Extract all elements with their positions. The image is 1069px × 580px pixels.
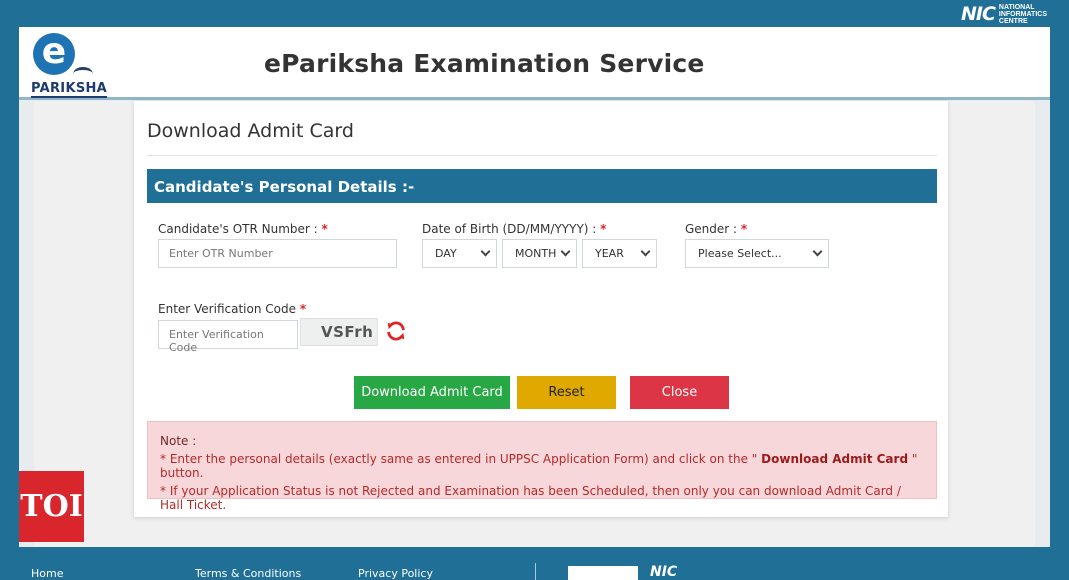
- footer-link-privacy[interactable]: Privacy Policy: [358, 567, 433, 580]
- required-mark: *: [600, 222, 607, 236]
- required-mark: *: [740, 222, 748, 236]
- site-title: eParikshа Examination Service: [264, 49, 705, 78]
- required-mark: *: [321, 222, 328, 236]
- note-line-1: * Enter the personal details (exactly sa…: [160, 452, 918, 480]
- reset-button[interactable]: Reset: [517, 376, 616, 409]
- footer-nic-logo: NIC: [650, 564, 678, 580]
- nic-mark: NIC: [960, 3, 996, 25]
- required-mark: *: [299, 302, 307, 316]
- otr-input[interactable]: Enter OTR Number: [158, 239, 397, 268]
- admit-card-panel: Download Admit Card Candidate's Personal…: [134, 101, 948, 517]
- logo-e-icon: e: [33, 33, 75, 75]
- chevron-down-icon: [560, 246, 571, 257]
- gender-label: Gender : *: [685, 222, 748, 236]
- footer-divider: [535, 563, 536, 580]
- nic-words: NATIONAL INFORMATICS CENTRE: [998, 3, 1047, 25]
- dob-year-select[interactable]: YEAR: [582, 239, 657, 268]
- dob-day-select[interactable]: DAY: [422, 239, 497, 268]
- site-header: e PARIKSHA eParikshа Examination Service: [19, 27, 1050, 100]
- note-title: Note :: [160, 434, 197, 448]
- note-box: Note : * Enter the personal details (exa…: [147, 421, 937, 512]
- footer-link-home[interactable]: Home: [31, 567, 63, 580]
- close-button[interactable]: Close: [630, 376, 729, 409]
- epariksha-logo[interactable]: e PARIKSHA: [29, 33, 108, 98]
- page-title: Download Admit Card: [147, 120, 354, 142]
- toi-badge: TOI: [19, 471, 84, 542]
- section-header: Candidate's Personal Details :-: [147, 169, 937, 203]
- nic-logo: NIC NATIONAL INFORMATICS CENTRE: [961, 3, 1047, 25]
- dob-label: Date of Birth (DD/MM/YYYY) : *: [422, 222, 607, 236]
- title-divider: [147, 155, 937, 156]
- chevron-down-icon: [480, 246, 491, 257]
- refresh-icon[interactable]: [385, 320, 407, 342]
- top-banner: NIC NATIONAL INFORMATICS CENTRE: [0, 0, 1069, 27]
- download-admit-card-button[interactable]: Download Admit Card: [354, 376, 510, 409]
- right-gutter: [1050, 27, 1069, 547]
- logo-wordmark: PARIKSHA: [31, 81, 108, 98]
- footer-link-terms[interactable]: Terms & Conditions: [195, 567, 301, 580]
- logo-signal-icon: [73, 67, 93, 81]
- chevron-down-icon: [640, 246, 651, 257]
- dob-month-select[interactable]: MONTH: [502, 239, 577, 268]
- verification-input[interactable]: Enter Verification Code: [158, 320, 298, 354]
- note-line-2: * If your Application Status is not Reje…: [160, 484, 901, 512]
- chevron-down-icon: [812, 246, 823, 257]
- otr-label: Candidate's OTR Number : *: [158, 222, 328, 236]
- site-footer: Home Terms & Conditions Privacy Policy N…: [0, 547, 1069, 580]
- verification-label: Enter Verification Code *: [158, 302, 307, 316]
- qr-code-icon: [568, 566, 638, 580]
- gender-select[interactable]: Please Select...: [685, 239, 829, 268]
- captcha-image: VSFrh: [300, 318, 378, 346]
- left-gutter: [0, 27, 19, 547]
